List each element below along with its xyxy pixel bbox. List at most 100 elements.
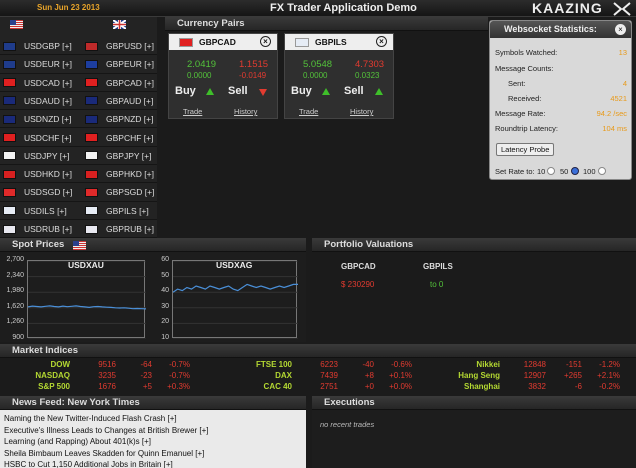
bid-change: 0.0000 — [303, 71, 328, 80]
kaazing-logo-mark-icon — [613, 2, 631, 16]
symbol-item[interactable]: USDCHF [+] — [3, 129, 71, 147]
index-percent: +2.1% — [597, 371, 620, 380]
news-feed-panel: Naming the New Twitter-Induced Flash Cra… — [0, 410, 306, 468]
sell-button[interactable]: Sell — [344, 85, 364, 97]
symbol-item[interactable]: USDSGD [+] — [3, 183, 72, 201]
trade-link[interactable]: Trade — [299, 107, 318, 116]
index-change: +265 — [563, 371, 582, 380]
news-item[interactable]: Learning (and Rapping) About 401(k)s [+] — [4, 437, 151, 446]
spot-prices-header: Spot Prices — [0, 238, 306, 252]
news-item[interactable]: Naming the New Twitter-Induced Flash Cra… — [4, 414, 177, 423]
flag-icon — [85, 59, 98, 69]
flag-icon — [3, 96, 16, 106]
symbol-item[interactable]: GBPNZD [+] — [85, 110, 153, 128]
symbol-item[interactable]: GBPEUR [+] — [85, 55, 154, 73]
symbol-label: GBPNZD [+] — [106, 114, 154, 125]
symbol-item[interactable]: GBPILS [+] — [85, 202, 149, 220]
symbol-label: USDHKD [+] — [24, 169, 72, 180]
bid-change: 0.0000 — [187, 71, 212, 80]
symbol-label: USDGBP [+] — [24, 41, 72, 51]
symbol-item[interactable]: USDRUB [+] — [3, 220, 72, 238]
symbol-row: USDNZD [+] GBPNZD [+] — [0, 110, 157, 129]
websocket-stats-panel: Websocket Statistics: × Symbols Watched:… — [489, 20, 632, 180]
sell-button[interactable]: Sell — [228, 85, 248, 97]
symbol-label: USDNZD [+] — [24, 114, 72, 125]
usdxau-chart-title: USDXAU — [68, 260, 104, 270]
flag-icon — [3, 78, 16, 88]
latency-probe-button[interactable]: Latency Probe — [496, 143, 555, 156]
close-icon[interactable]: × — [615, 24, 626, 35]
symbol-item[interactable]: GBPHKD [+] — [85, 165, 154, 183]
news-item[interactable]: HSBC to Cut 1,150 Additional Jobs in Bri… — [4, 460, 173, 468]
kaazing-logo: KAAZING — [532, 0, 603, 16]
close-icon[interactable]: × — [260, 36, 271, 47]
buy-button[interactable]: Buy — [291, 85, 312, 97]
flag-icon — [85, 169, 98, 179]
market-indices-header: Market Indices — [0, 344, 636, 358]
index-value: 3832 — [528, 382, 546, 391]
index-change: +8 — [364, 371, 374, 380]
symbol-item[interactable]: GBPUSD [+] — [85, 37, 154, 55]
symbol-item[interactable]: USDNZD [+] — [3, 110, 71, 128]
symbol-item[interactable]: GBPSGD [+] — [85, 183, 154, 201]
index-value: 6223 — [320, 360, 338, 369]
rate-option-100-label: 100 — [583, 167, 596, 176]
rate-radio-50[interactable] — [571, 167, 579, 175]
symbol-item[interactable]: GBPRUB [+] — [85, 220, 154, 238]
symbol-row: USDCHF [+] GBPCHF [+] — [0, 129, 157, 147]
trade-link[interactable]: Trade — [183, 107, 202, 116]
ask-change: 0.0323 — [355, 71, 380, 80]
symbol-item[interactable]: USDJPY [+] — [3, 147, 69, 165]
sent-value: 4 — [622, 79, 627, 88]
card-header: GBPCAD × — [169, 34, 277, 50]
symbol-item[interactable]: USDEUR [+] — [3, 55, 72, 73]
us-flag-icon — [73, 241, 86, 250]
rate-radio-100[interactable] — [598, 167, 606, 175]
us-flag-icon — [10, 20, 23, 29]
symbol-item[interactable]: USDAUD [+] — [3, 92, 72, 110]
buy-button[interactable]: Buy — [175, 85, 196, 97]
sent-label: Sent: — [508, 79, 526, 88]
portfolio-col-gbpils: GBPILS — [423, 262, 453, 271]
arrow-up-icon — [375, 88, 383, 95]
app-header: Sun Jun 23 2013 FX Trader Application De… — [0, 0, 636, 17]
flag-icon — [3, 114, 16, 124]
symbol-label: GBPEUR [+] — [106, 59, 154, 70]
symbol-item[interactable]: USDILS [+] — [3, 202, 67, 220]
index-percent: +0.3% — [167, 382, 190, 391]
symbol-label: USDAUD [+] — [24, 95, 72, 106]
index-name: CAC 40 — [263, 382, 292, 391]
flag-icon — [85, 41, 98, 51]
flag-icon — [85, 206, 98, 216]
news-feed-header: News Feed: New York Times — [0, 396, 306, 410]
history-link[interactable]: History — [350, 107, 373, 116]
symbol-item[interactable]: GBPAUD [+] — [85, 92, 153, 110]
rate-option-50-label: 50 — [560, 167, 569, 176]
ask-price: 4.7303 — [355, 59, 385, 70]
symbol-label: USDSGD [+] — [24, 187, 73, 198]
symbol-label: GBPAUD [+] — [106, 95, 154, 106]
index-name: S&P 500 — [38, 382, 70, 391]
news-item[interactable]: Executive's Illness Leads to Changes at … — [4, 426, 209, 435]
symbol-item[interactable]: GBPJPY [+] — [85, 147, 151, 165]
rate-radio-10[interactable] — [547, 167, 555, 175]
set-rate-label: Set Rate to: — [495, 167, 535, 176]
news-item[interactable]: Sheila Bimbaum Leaves Skadden for Quinn … — [4, 449, 204, 458]
symbol-label: USDRUB [+] — [24, 224, 72, 234]
symbol-list: USDGBP [+] GBPUSD [+] USDEUR [+] GBPEUR [+]… — [0, 17, 157, 239]
flag-icon — [85, 133, 98, 142]
symbol-item[interactable]: GBPCAD [+] — [85, 74, 154, 92]
y-tick-label: 1,980 — [6, 287, 24, 295]
history-link[interactable]: History — [234, 107, 257, 116]
symbol-item[interactable]: USDHKD [+] — [3, 165, 72, 183]
y-tick-label: 900 — [12, 334, 24, 341]
no-recent-trades-text: no recent trades — [320, 420, 375, 429]
symbol-row: USDSGD [+] GBPSGD [+] — [0, 183, 157, 202]
symbol-item[interactable]: USDGBP [+] — [3, 37, 72, 55]
y-tick-label: 1,260 — [6, 318, 24, 326]
flag-icon — [295, 37, 309, 47]
close-icon[interactable]: × — [376, 36, 387, 47]
symbol-item[interactable]: USDCAD [+] — [3, 74, 72, 92]
flag-icon — [85, 96, 98, 106]
symbol-item[interactable]: GBPCHF [+] — [85, 129, 153, 147]
